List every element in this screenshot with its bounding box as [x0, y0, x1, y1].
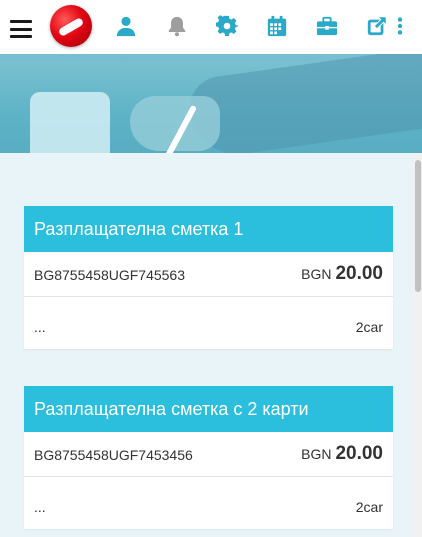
- account-title[interactable]: Разплащателна сметка 1: [24, 206, 393, 252]
- account-balance: BGN 20.00: [301, 263, 383, 285]
- account-cards-count: 2car: [355, 319, 383, 335]
- account-title[interactable]: Разплащателна сметка с 2 карти: [24, 386, 393, 432]
- account-card[interactable]: Разплащателна сметка 1 BG8755458UGF74556…: [24, 206, 393, 349]
- account-balance: BGN 20.00: [301, 443, 383, 465]
- hero-banner-image: [0, 54, 422, 153]
- account-card[interactable]: Разплащателна сметка с 2 карти BG8755458…: [24, 386, 393, 529]
- account-cards-row: ... 2car: [24, 297, 393, 349]
- scrollbar-thumb[interactable]: [415, 160, 421, 292]
- account-cards-row: ... 2car: [24, 477, 393, 529]
- account-iban-row: BG8755458UGF745563 BGN 20.00: [24, 252, 393, 297]
- calendar-icon[interactable]: [266, 15, 288, 37]
- gear-icon[interactable]: [216, 15, 238, 37]
- balance-currency: BGN: [301, 266, 332, 282]
- account-iban: BG8755458UGF7453456: [34, 447, 193, 463]
- briefcase-icon[interactable]: [316, 15, 338, 37]
- user-icon[interactable]: [115, 15, 137, 37]
- account-extra: ...: [34, 319, 46, 335]
- balance-currency: BGN: [301, 446, 332, 462]
- bank-logo[interactable]: [50, 5, 92, 47]
- account-iban: BG8755458UGF745563: [34, 267, 185, 283]
- bell-icon[interactable]: [166, 15, 188, 37]
- account-extra: ...: [34, 499, 46, 515]
- balance-value: 20.00: [335, 443, 383, 464]
- account-cards-count: 2car: [355, 499, 383, 515]
- external-link-icon[interactable]: [366, 15, 388, 37]
- hamburger-menu-icon[interactable]: [10, 20, 32, 38]
- more-vertical-icon[interactable]: [393, 15, 407, 37]
- account-iban-row: BG8755458UGF7453456 BGN 20.00: [24, 432, 393, 477]
- top-nav-bar: [0, 0, 422, 54]
- balance-value: 20.00: [335, 263, 383, 284]
